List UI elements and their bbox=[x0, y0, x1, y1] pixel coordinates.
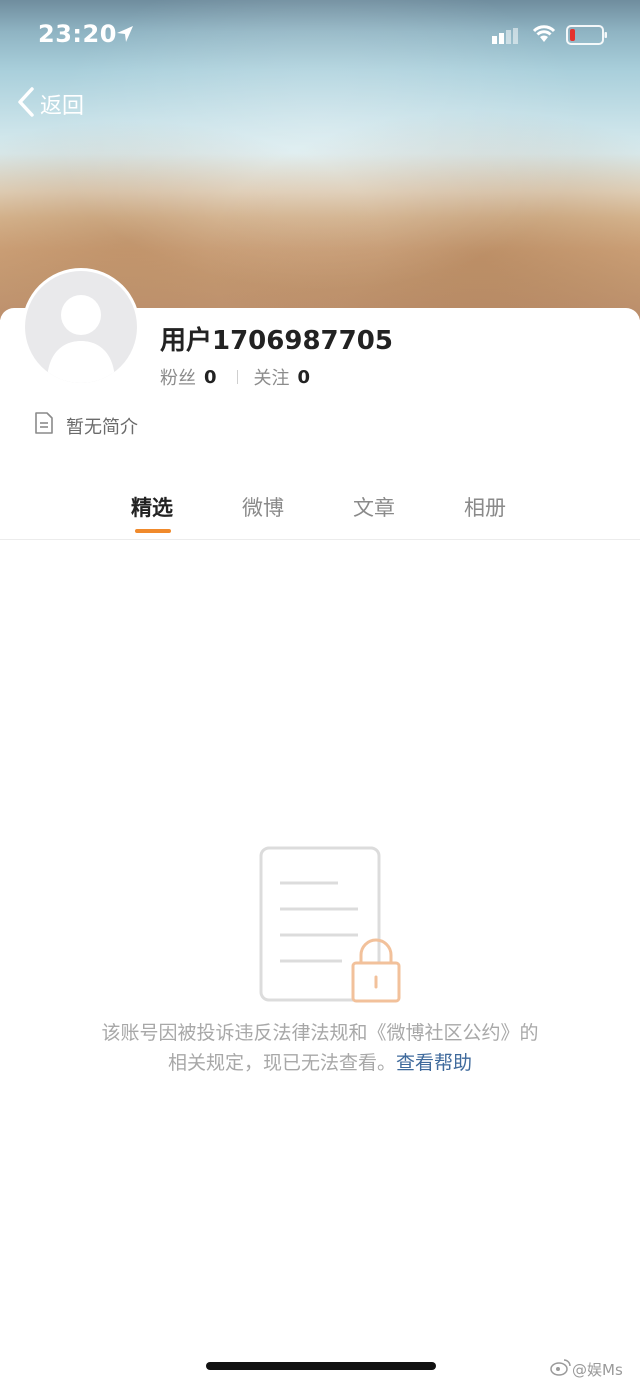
chevron-left-icon bbox=[16, 86, 36, 122]
bio: 暂无简介 bbox=[34, 412, 138, 439]
watermark-text: @娱Ms bbox=[572, 1360, 623, 1379]
notice-line-1: 该账号因被投诉违反法律法规和《微博社区公约》的 bbox=[101, 1022, 539, 1044]
document-icon bbox=[34, 412, 54, 439]
followers-label: 粉丝 bbox=[160, 368, 196, 389]
back-button[interactable]: 返回 bbox=[16, 84, 84, 124]
help-link[interactable]: 查看帮助 bbox=[396, 1052, 472, 1074]
tab-weibo[interactable]: 微博 bbox=[242, 492, 284, 522]
tab-albums[interactable]: 相册 bbox=[464, 492, 506, 522]
following-stat[interactable]: 关注 0 bbox=[254, 364, 311, 390]
following-label: 关注 bbox=[253, 368, 290, 389]
following-count: 0 bbox=[297, 366, 311, 388]
profile-page: 23:20 返回 用户1706987705 粉丝 0 关注 0 暂无简介 精选 … bbox=[0, 0, 640, 1385]
notice-line-2: 相关规定，现已无法查看。查看帮助 bbox=[40, 1048, 600, 1078]
home-indicator[interactable] bbox=[206, 1362, 436, 1370]
username: 用户1706987705 bbox=[160, 326, 393, 356]
wifi-icon bbox=[532, 24, 556, 48]
active-tab-indicator bbox=[135, 529, 171, 533]
profile-tabs: 精选 微博 文章 相册 bbox=[0, 476, 640, 540]
weibo-logo-icon bbox=[550, 1358, 572, 1380]
status-time: 23:20 bbox=[38, 20, 117, 48]
status-bar: 23:20 bbox=[0, 0, 640, 70]
back-label: 返回 bbox=[40, 94, 85, 119]
watermark: @娱Ms bbox=[550, 1358, 623, 1380]
bio-text: 暂无简介 bbox=[66, 416, 138, 438]
blocked-notice: 该账号因被投诉违反法律法规和《微博社区公约》的 相关规定，现已无法查看。查看帮助 bbox=[40, 1018, 600, 1078]
tab-articles[interactable]: 文章 bbox=[353, 492, 395, 522]
tab-featured[interactable]: 精选 bbox=[131, 492, 173, 522]
avatar[interactable] bbox=[22, 268, 140, 386]
followers-stat[interactable]: 粉丝 0 bbox=[160, 364, 217, 390]
followers-count: 0 bbox=[204, 366, 217, 388]
battery-low-icon bbox=[566, 25, 608, 49]
profile-stats: 粉丝 0 关注 0 bbox=[160, 364, 310, 390]
default-avatar-icon bbox=[25, 271, 137, 383]
notice-line-2-text: 相关规定，现已无法查看。 bbox=[167, 1052, 396, 1074]
locked-document-icon bbox=[258, 845, 404, 1009]
location-arrow-icon bbox=[115, 24, 135, 48]
stats-divider bbox=[236, 370, 238, 384]
cellular-signal-icon bbox=[492, 28, 522, 48]
